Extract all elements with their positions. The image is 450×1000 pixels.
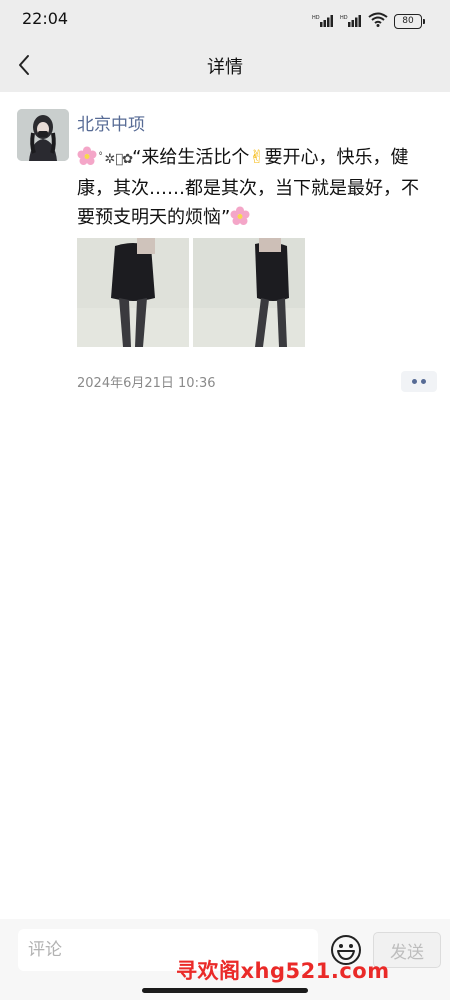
cherry-blossom-icon [77, 146, 97, 166]
post-detail: 北京中项 ﾟ✲ﾟ✿“来给生活比个✌要开心，快乐，健康，其次……都是其次，当下就是… [0, 92, 450, 919]
post-photo[interactable] [193, 238, 305, 347]
signal-icon-2: HD [340, 12, 362, 31]
status-bar: 22:04 HD HD 80 [0, 0, 450, 40]
page-title: 详情 [207, 57, 243, 78]
nav-bar: 详情 [0, 40, 450, 92]
signal2-label: HD [340, 15, 348, 21]
status-icons: HD HD 80 [312, 12, 425, 31]
screen: 22:04 HD HD 80 详情 北京中项 ﾟ✲ﾟ✿“来给生活比个✌要开心，快… [0, 0, 450, 1000]
cherry-blossom-icon [230, 206, 250, 226]
signal-icon-1: HD [312, 12, 334, 31]
more-dot-icon [421, 379, 426, 384]
victory-hand-icon: ✌ [249, 147, 265, 168]
status-time: 22:04 [22, 9, 69, 28]
post-text-part-1: “来给生活比个 [132, 147, 250, 168]
post-author-name[interactable]: 北京中项 [77, 110, 145, 135]
more-dot-icon [412, 379, 417, 384]
wifi-icon [368, 12, 388, 31]
post-photo[interactable] [77, 238, 189, 347]
home-indicator[interactable] [142, 988, 308, 993]
signal1-label: HD [312, 15, 320, 21]
photo-grid [77, 238, 305, 347]
battery-icon: 80 [394, 14, 425, 29]
text-decoration: ﾟ✲ﾟ✿ [99, 152, 133, 167]
post-text: ﾟ✲ﾟ✿“来给生活比个✌要开心，快乐，健康，其次……都是其次，当下就是最好，不要… [77, 143, 427, 232]
post-timestamp: 2024年6月21日 10:36 [77, 376, 216, 391]
more-actions-button[interactable] [401, 371, 437, 392]
avatar-image [17, 109, 69, 161]
watermark: 寻欢阁xhg521.com [176, 959, 390, 983]
avatar[interactable] [17, 109, 69, 161]
